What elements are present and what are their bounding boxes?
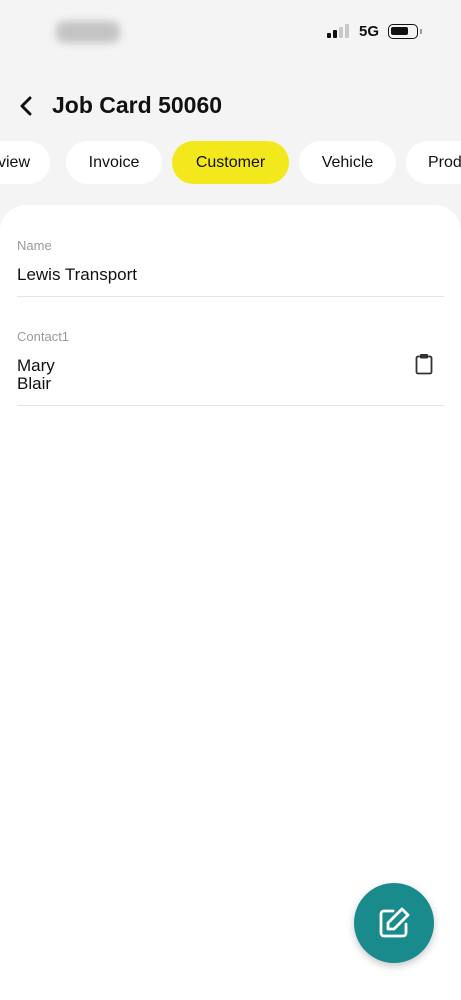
status-time-blurred	[56, 21, 120, 43]
contact1-field: Contact1 Mary Blair	[17, 329, 444, 406]
back-button[interactable]	[10, 90, 42, 122]
edit-button[interactable]	[354, 883, 434, 963]
clipboard-icon	[415, 354, 433, 375]
tab-label: Invoice	[88, 153, 140, 171]
customer-details-card: Name Lewis Transport Contact1 Mary Blair	[0, 205, 461, 1000]
tab-label: view	[0, 153, 31, 171]
contact-last-name: Blair	[17, 374, 52, 393]
chevron-left-icon	[20, 96, 32, 116]
edit-icon	[379, 907, 410, 938]
battery-icon	[388, 24, 418, 39]
tab-label: Prod	[428, 153, 461, 171]
tab-bar: view Invoice Customer Vehicle Prod	[0, 141, 461, 185]
field-label: Name	[17, 238, 52, 253]
field-value: Mary Blair	[17, 357, 444, 393]
header: Job Card 50060	[0, 86, 461, 126]
tab-invoice[interactable]: Invoice	[66, 141, 162, 184]
status-bar: 5G	[0, 0, 461, 64]
copy-contact-button[interactable]	[412, 351, 436, 377]
field-label: Contact1	[17, 329, 70, 344]
signal-icon	[327, 24, 351, 38]
page-title: Job Card 50060	[52, 92, 223, 118]
tab-customer[interactable]: Customer	[172, 141, 289, 184]
tab-vehicle[interactable]: Vehicle	[299, 141, 396, 184]
contact-first-name: Mary	[17, 356, 55, 375]
tab-products[interactable]: Prod	[406, 141, 461, 184]
name-field: Name Lewis Transport	[17, 238, 444, 297]
tab-overview[interactable]: view	[0, 141, 50, 184]
tab-label: Customer	[195, 153, 266, 171]
network-label: 5G	[359, 23, 380, 40]
battery-cap	[420, 29, 422, 34]
field-value: Lewis Transport	[17, 265, 137, 284]
tab-label: Vehicle	[321, 153, 374, 171]
